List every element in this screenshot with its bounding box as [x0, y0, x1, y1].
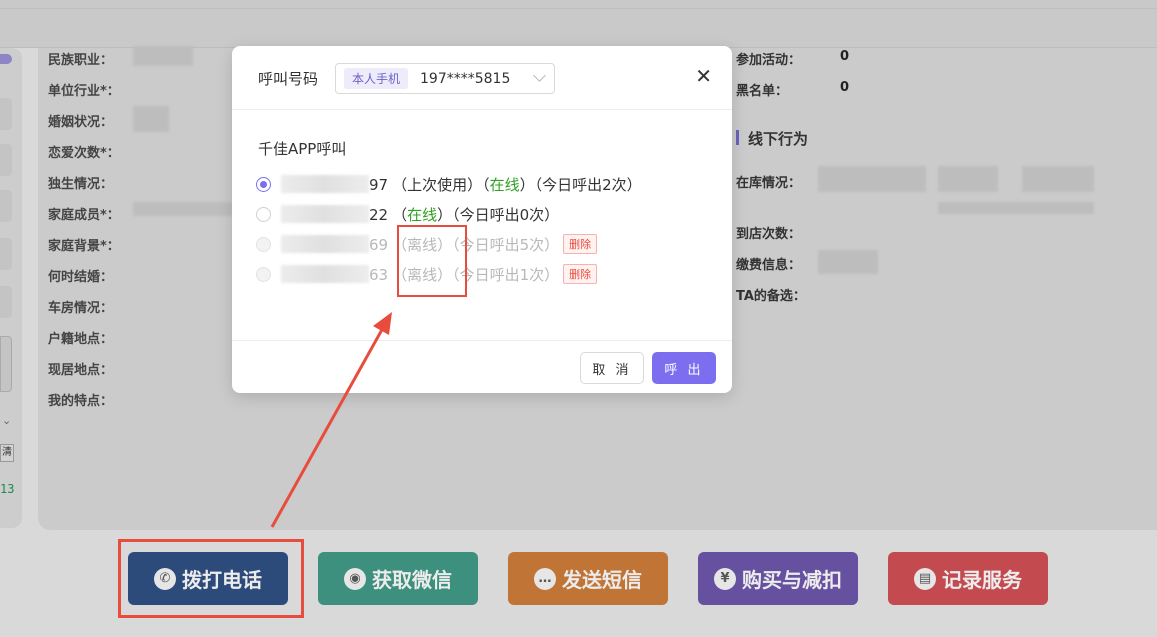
payment-label: 缴费信息：: [736, 258, 802, 273]
send-sms-button[interactable]: … 发送短信: [508, 552, 668, 605]
profile-field-label: 现居地点：: [48, 363, 114, 378]
profile-field-label: 婚姻状况：: [48, 115, 114, 130]
left-side-panel: ⌄ 清 13: [0, 48, 22, 528]
offline-status-highlight: [397, 225, 467, 297]
section-title: 线下行为: [736, 128, 808, 149]
radio-button[interactable]: [256, 176, 271, 192]
yen-icon: ¥: [714, 567, 736, 590]
chevron-down-icon[interactable]: ⌄: [2, 414, 11, 427]
row-text: （: [392, 205, 408, 224]
message-icon: …: [534, 567, 556, 590]
dial-out-button[interactable]: 呼 出: [652, 352, 716, 384]
phone-type-tag: 本人手机: [344, 68, 409, 89]
masked-number: [281, 235, 369, 253]
profile-field-label: 户籍地点：: [48, 332, 114, 347]
masked-number: [281, 205, 369, 223]
purchase-label: 购买与减扣: [742, 568, 842, 592]
cancel-button[interactable]: 取 消: [580, 352, 644, 384]
profile-field-label: 何时结婚：: [48, 270, 114, 285]
online-status: 在线: [489, 175, 520, 194]
purchase-button[interactable]: ¥ 购买与减扣: [698, 552, 858, 605]
profile-field-label: 单位行业*：: [48, 84, 120, 99]
profile-field-label: 家庭背景*：: [48, 239, 120, 254]
phone-suffix: 69: [369, 235, 389, 254]
record-service-button[interactable]: ▤ 记录服务: [888, 552, 1048, 605]
send-sms-label: 发送短信: [562, 568, 642, 592]
phone-suffix: 97: [369, 175, 389, 194]
phone-option-row[interactable]: 97 （上次使用）（在线）（今日呼出2次）: [256, 173, 642, 195]
stock-label: 在库情况：: [736, 176, 802, 191]
app-call-section-title: 千佳APP呼叫: [258, 140, 347, 158]
profile-field-label: 恋爱次数*：: [48, 146, 120, 161]
phone-option-row[interactable]: 22 （在线）（今日呼出0次）: [256, 203, 559, 225]
close-icon[interactable]: ✕: [695, 64, 712, 88]
activity-value: 0: [840, 49, 850, 64]
radio-button: [256, 266, 271, 282]
wechat-icon: ◉: [344, 567, 366, 590]
phone-suffix: 63: [369, 265, 389, 284]
masked-number: [281, 265, 369, 283]
masked-number: [281, 175, 369, 193]
left-indicator: [0, 54, 12, 64]
call-dialog: 呼叫号码 本人手机 197****5815 ✕ 千佳APP呼叫 97 （上次使用）…: [232, 46, 732, 393]
call-number-label: 呼叫号码: [258, 70, 319, 88]
phone-suffix: 22: [369, 205, 389, 224]
delete-button[interactable]: 删除: [563, 264, 598, 284]
profile-field-label: 车房情况：: [48, 301, 114, 316]
get-wechat-label: 获取微信: [372, 568, 452, 592]
profile-field-label: 我的特点：: [48, 394, 114, 409]
online-status: 在线: [407, 205, 438, 224]
radio-button: [256, 236, 271, 252]
left-small-button[interactable]: 清: [0, 444, 14, 462]
selected-phone-number: 197****5815: [420, 70, 511, 87]
visits-label: 到店次数：: [736, 227, 802, 242]
call-count-text: ）（今日呼出2次）: [519, 175, 642, 194]
activity-label: 参加活动：: [736, 53, 802, 68]
clipboard-icon: ▤: [914, 567, 936, 590]
delete-button[interactable]: 删除: [563, 234, 598, 254]
blacklist-label: 黑名单：: [736, 84, 789, 99]
profile-field-label: 独生情况：: [48, 177, 114, 192]
left-number: 13: [0, 482, 15, 496]
call-button-highlight: [118, 539, 304, 618]
call-count-text: ）（今日呼出0次）: [437, 205, 560, 224]
dialog-header: 呼叫号码 本人手机 197****5815 ✕: [232, 46, 732, 110]
phone-number-select[interactable]: 本人手机 197****5815: [335, 63, 555, 94]
candidates-label: TA的备选：: [736, 289, 806, 304]
top-bar: [0, 0, 1157, 48]
chevron-down-icon: [533, 69, 546, 82]
profile-field-label: 家庭成员*：: [48, 208, 120, 223]
profile-field-label: 民族职业：: [48, 53, 114, 68]
radio-button[interactable]: [256, 206, 271, 222]
left-card[interactable]: [0, 336, 12, 392]
blacklist-value: 0: [840, 80, 850, 95]
record-service-label: 记录服务: [942, 568, 1022, 592]
row-text: （上次使用）（: [392, 175, 490, 194]
get-wechat-button[interactable]: ◉ 获取微信: [318, 552, 478, 605]
